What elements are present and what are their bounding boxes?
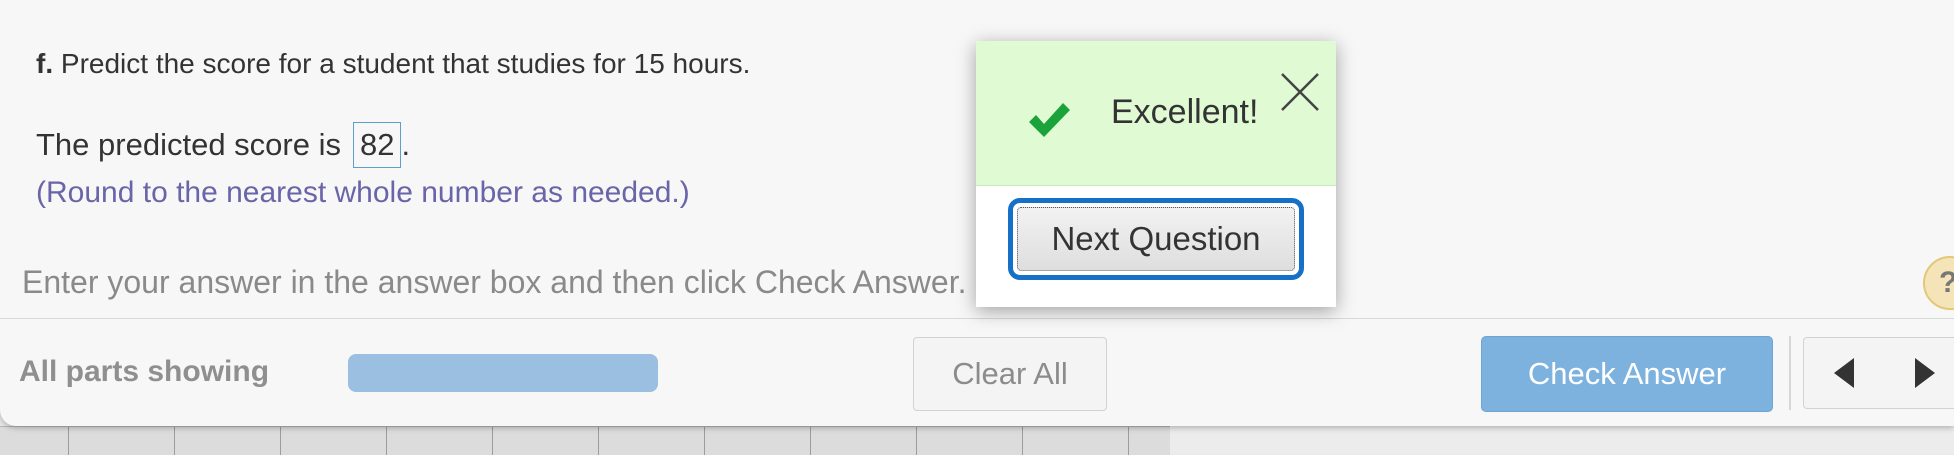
answer-input[interactable]: 82 (352, 122, 402, 168)
feedback-banner: Excellent! (976, 41, 1336, 186)
question-text: f. Predict the score for a student that … (36, 48, 750, 80)
answer-line: The predicted score is 82 . (36, 122, 410, 168)
question-mark-icon: ? (1939, 266, 1954, 300)
nav-separator (1789, 336, 1791, 410)
check-answer-button[interactable]: Check Answer (1481, 336, 1773, 412)
next-question-label: Next Question (1017, 207, 1295, 271)
clear-all-button[interactable]: Clear All (913, 337, 1107, 411)
answer-suffix: . (401, 127, 411, 162)
question-prompt: Predict the score for a student that stu… (60, 48, 751, 79)
rounding-hint: (Round to the nearest whole number as ne… (36, 176, 690, 209)
close-icon[interactable] (1280, 72, 1320, 112)
background-worksheet-grid (0, 426, 1170, 455)
question-part-label: f. (36, 48, 54, 79)
previous-question-button[interactable] (1803, 337, 1885, 409)
progress-fill (348, 354, 658, 392)
background-area (1170, 426, 1954, 454)
checkmark-icon (1029, 103, 1070, 137)
next-question-nav-button[interactable] (1884, 337, 1954, 409)
instructions-text: Enter your answer in the answer box and … (22, 264, 967, 300)
help-button[interactable]: ? (1923, 256, 1954, 310)
feedback-message: Excellent! (1111, 93, 1259, 131)
feedback-popup: Excellent! Next Question (976, 41, 1336, 307)
triangle-left-icon (1834, 358, 1854, 388)
parts-showing-label: All parts showing (19, 355, 270, 388)
parts-progress-bar (348, 354, 658, 392)
answer-prefix: The predicted score is (36, 127, 341, 162)
next-question-button[interactable]: Next Question (1008, 198, 1304, 280)
triangle-right-icon (1914, 358, 1935, 388)
footer-divider (0, 318, 1954, 319)
